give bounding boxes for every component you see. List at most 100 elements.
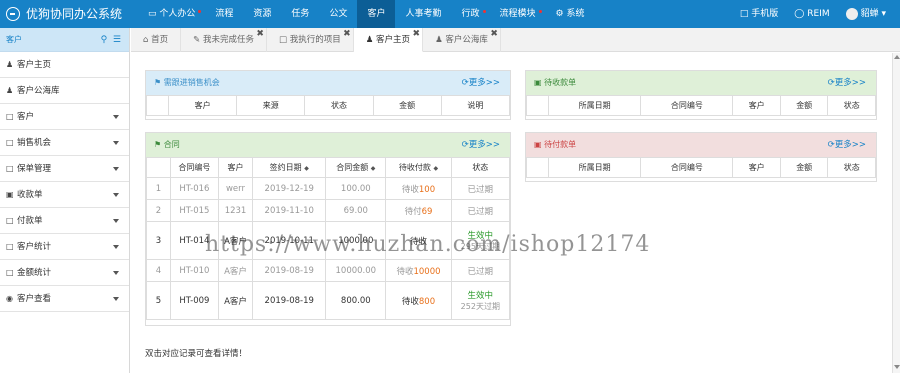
user-icon: ♟ <box>6 60 14 69</box>
sidebar-header: 客户 ⚲ ☰ <box>0 28 129 52</box>
nav-system[interactable]: ⚙ 系统 <box>546 0 595 28</box>
nav-tasks[interactable]: 任务 <box>281 0 319 28</box>
close-icon[interactable]: ✖ <box>256 22 264 46</box>
sidebar-item-sales-opportunities[interactable]: □ 销售机会 <box>0 130 129 156</box>
contracts-panel: ⚑ 合同 ⟳更多>> 合同编号 客户 签约日期 ◆ 合同金额 ◆ 待收付款 ◆ … <box>145 132 511 326</box>
column-header: 金额 <box>779 157 829 178</box>
payables-panel: ▣ 待付款单 ⟳更多>> 所属日期 合同编号 客户 金额 状态 <box>525 132 877 182</box>
sidebar-item-payments[interactable]: □ 付款单 <box>0 208 129 234</box>
table-row[interactable]: 5 HT-009 A客户 2019-08-19 800.00 待收800 生效中… <box>146 281 511 320</box>
user-menu[interactable]: 貂蝉 ▾ <box>838 0 894 28</box>
sidebar-item-public-pool[interactable]: ♟ 客户公海库 <box>0 78 129 104</box>
refresh-icon: ⟳ <box>827 78 835 88</box>
sort-icon: ◆ <box>433 165 439 172</box>
gear-icon: ⚙ <box>555 9 567 19</box>
app-logo[interactable]: 优狗协同办公系统 <box>6 0 122 28</box>
money-icon: ▣ <box>6 190 14 199</box>
column-header: 金额 <box>372 95 442 116</box>
notification-dot <box>538 10 542 13</box>
footer-note: 双击对应记录可查看详情！ <box>145 349 248 359</box>
scroll-up-icon[interactable] <box>894 55 900 59</box>
column-header: 客户 <box>732 157 781 178</box>
column-header: 状态 <box>304 95 374 116</box>
more-link[interactable]: ⟳更多>> <box>462 133 500 157</box>
bookmark-icon: □ <box>6 242 14 251</box>
sidebar-item-policy-management[interactable]: □ 保单管理 <box>0 156 129 182</box>
panel-header: ▣ 待收款单 ⟳更多>> <box>526 71 876 95</box>
nav-admin[interactable]: 行政 <box>451 0 489 28</box>
more-link[interactable]: ⟳更多>> <box>828 133 866 157</box>
sidebar-item-customer-view[interactable]: ◉ 客户查看 <box>0 286 129 312</box>
column-header: 所属日期 <box>547 95 642 116</box>
notification-dot <box>198 10 202 13</box>
search-icon[interactable]: ⚲ <box>101 35 108 45</box>
column-header[interactable]: 合同金额 ◆ <box>325 157 387 178</box>
column-header: 金额 <box>779 95 829 116</box>
monitor-icon: ▭ <box>148 9 160 19</box>
bookmark-icon: □ <box>6 164 14 173</box>
notification-dot <box>482 10 486 13</box>
column-header: 状态 <box>827 95 876 116</box>
nav-right: □ 手机版 ◯ REIM 貂蝉 ▾ <box>732 0 894 28</box>
close-icon[interactable]: ✖ <box>413 22 421 46</box>
reim-link[interactable]: ◯ REIM <box>786 0 837 28</box>
top-navbar: 优狗协同办公系统 ▭ 个人办公 流程 资源 任务 公文 客户 人事考勤 行政 流… <box>0 0 900 28</box>
column-header[interactable]: 待收付款 ◆ <box>385 157 452 178</box>
tab-public-pool[interactable]: ♟ 客户公海库 ✖ <box>423 28 501 52</box>
refresh-icon: ⟳ <box>461 140 469 150</box>
nav-hr[interactable]: 人事考勤 <box>395 0 451 28</box>
mobile-link[interactable]: □ 手机版 <box>732 0 786 28</box>
tab-home[interactable]: ⌂ 首页 <box>131 28 182 52</box>
close-icon[interactable]: ✖ <box>343 22 351 46</box>
tab-customer-home[interactable]: ♟ 客户主页 ✖ <box>353 28 424 52</box>
payables-table: 所属日期 合同编号 客户 金额 状态 <box>526 157 876 178</box>
sidebar-item-customer-stats[interactable]: □ 客户统计 <box>0 234 129 260</box>
tab-my-projects[interactable]: □ 我执行的项目 ✖ <box>267 28 354 52</box>
watermark: https://www.huzhan.com/ishop12174 <box>205 232 651 257</box>
sales-table: 客户 来源 状态 金额 说明 <box>146 95 511 116</box>
column-header: 合同编号 <box>640 157 734 178</box>
user-icon: ♟ <box>435 35 446 45</box>
sidebar-item-amount-stats[interactable]: □ 金额统计 <box>0 260 129 286</box>
more-link[interactable]: ⟳更多>> <box>828 71 866 95</box>
user-icon: ♟ <box>365 35 377 45</box>
menu-icon[interactable]: ☰ <box>113 35 121 45</box>
panel-header: ▣ 待付款单 ⟳更多>> <box>526 133 876 157</box>
column-header[interactable]: 签约日期 ◆ <box>252 157 327 178</box>
app-title: 优狗协同办公系统 <box>26 7 123 21</box>
chat-icon: ◯ <box>794 9 808 19</box>
table-row[interactable]: 4 HT-010 A客户 2019-08-19 10000.00 待收10000… <box>146 259 511 282</box>
sidebar-item-receipts[interactable]: ▣ 收款单 <box>0 182 129 208</box>
main-nav: ▭ 个人办公 流程 资源 任务 公文 客户 人事考勤 行政 流程模块 ⚙ 系统 <box>138 0 594 28</box>
eye-icon: ◉ <box>6 294 13 303</box>
table-row[interactable]: 2 HT-015 1231 2019-11-10 69.00 待付69 已过期 <box>146 199 511 222</box>
tab-unfinished-tasks[interactable]: ✎ 我未完成任务 ✖ <box>181 28 267 52</box>
bookmark-icon: □ <box>278 35 290 45</box>
caret-down-icon <box>113 193 119 197</box>
more-link[interactable]: ⟳更多>> <box>462 71 500 95</box>
table-row[interactable]: 1 HT-016 werr 2019-12-19 100.00 待收100 已过… <box>146 177 511 200</box>
sort-icon: ◆ <box>370 165 376 172</box>
panel-header: ⚑ 需跟进销售机会 ⟳更多>> <box>146 71 510 95</box>
sidebar-item-customer-home[interactable]: ♟ 客户主页 <box>0 52 129 78</box>
nav-customers[interactable]: 客户 <box>357 0 396 28</box>
sort-icon: ◆ <box>304 165 309 172</box>
caret-down-icon <box>113 271 119 275</box>
bookmark-icon: □ <box>6 216 14 225</box>
caret-down-icon <box>113 115 119 119</box>
nav-documents[interactable]: 公文 <box>319 0 357 28</box>
flag-icon: ⚑ <box>154 78 164 87</box>
nav-personal[interactable]: ▭ 个人办公 <box>138 0 205 28</box>
column-header: 所属日期 <box>547 157 642 178</box>
sidebar-item-customers[interactable]: □ 客户 <box>0 104 129 130</box>
close-icon[interactable]: ✖ <box>490 22 498 46</box>
money-icon: ▣ <box>534 140 545 149</box>
scrollbar[interactable] <box>892 53 900 373</box>
nav-workflow[interactable]: 流程 <box>205 0 243 28</box>
column-header: 客户 <box>167 95 238 116</box>
tab-bar: ⌂ 首页 ✎ 我未完成任务 ✖ □ 我执行的项目 ✖ ♟ 客户主页 ✖ ♟ 客户公海库… <box>131 28 900 52</box>
bookmark-icon: □ <box>6 112 14 121</box>
chevron-down-icon: ▾ <box>878 9 886 19</box>
column-header: 合同编号 <box>640 95 734 116</box>
scroll-down-icon[interactable] <box>894 365 900 369</box>
